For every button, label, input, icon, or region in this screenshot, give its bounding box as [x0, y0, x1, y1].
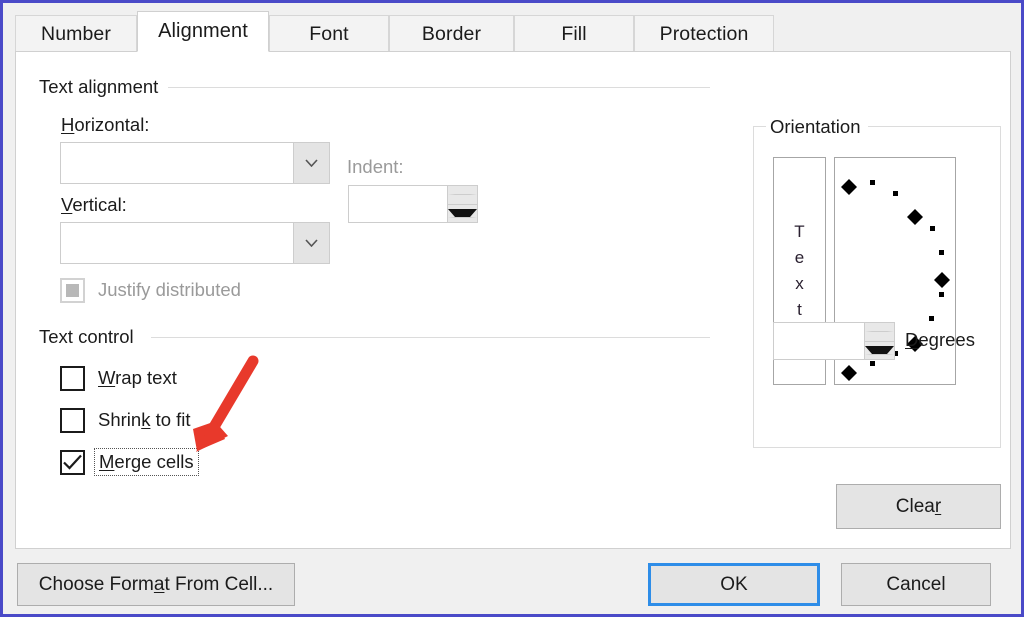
indent-label: Indent: — [347, 156, 404, 177]
wrap-text-checkbox-row[interactable]: Wrap text — [60, 364, 177, 392]
triangle-down-icon — [448, 208, 477, 218]
dial-tick-neg30 — [929, 316, 934, 321]
horizontal-label: Horizontal: — [61, 114, 149, 136]
triangle-down-icon — [865, 345, 894, 355]
alignment-tab-panel: Text alignment Horizontal: Vertical: Ind… — [15, 51, 1011, 549]
chevron-down-icon — [305, 239, 318, 247]
vertical-label-accesskey: V — [61, 194, 73, 215]
tab-protection-label: Protection — [659, 22, 749, 45]
indent-value[interactable] — [349, 186, 447, 222]
wrap-text-label: Wrap text — [98, 367, 177, 389]
cancel-button-label: Cancel — [886, 573, 946, 595]
vertical-alignment-value[interactable] — [61, 223, 293, 263]
triangle-up-icon — [865, 331, 894, 333]
dial-tick-15 — [939, 250, 944, 255]
indent-spinner-buttons[interactable] — [447, 186, 477, 222]
cancel-button[interactable]: Cancel — [841, 563, 991, 606]
dial-tick-neg15 — [939, 292, 944, 297]
format-cells-dialog: Number Alignment Font Border Fill Protec… — [0, 0, 1024, 617]
shrink-to-fit-pre: Shrin — [98, 409, 142, 430]
horizontal-label-accesskey: H — [61, 114, 75, 135]
clear-button-label: Clear — [895, 495, 942, 517]
checkbox-indeterminate-fill — [66, 283, 79, 297]
tab-font[interactable]: Font — [269, 15, 389, 52]
degrees-rest: egrees — [918, 329, 975, 350]
dial-handle-0[interactable] — [934, 264, 950, 288]
dial-tick-neg75 — [870, 361, 875, 366]
shrink-to-fit-post: to fit — [150, 409, 191, 430]
tab-font-label: Font — [309, 22, 349, 45]
degrees-spinner-buttons[interactable] — [864, 323, 894, 359]
merge-cells-accesskey: M — [99, 451, 115, 472]
horizontal-alignment-value[interactable] — [61, 143, 293, 183]
tab-protection[interactable]: Protection — [634, 15, 774, 52]
indent-spinner[interactable] — [348, 185, 478, 223]
shrink-to-fit-checkbox[interactable] — [60, 407, 85, 433]
merge-cells-focus-outline: Merge cells — [94, 448, 199, 476]
justify-distributed-checkbox — [60, 277, 85, 303]
justify-distributed-checkbox-row: Justify distributed — [60, 276, 241, 304]
indent-spinner-down[interactable] — [448, 204, 477, 222]
shrink-to-fit-checkbox-row[interactable]: Shrink to fit — [60, 406, 191, 434]
chevron-down-icon — [305, 159, 318, 167]
orientation-preview-letter-3: t — [797, 300, 802, 319]
orientation-preview-letter-2: x — [795, 274, 804, 293]
tab-fill[interactable]: Fill — [514, 15, 634, 52]
horizontal-label-rest: orizontal: — [74, 114, 150, 135]
dial-tick-30 — [930, 226, 935, 231]
orientation-preview-letter-0: T — [794, 222, 805, 241]
merge-cells-label: Merge cells — [99, 451, 194, 473]
dial-handle-90[interactable] — [841, 171, 857, 195]
vertical-label: Vertical: — [61, 194, 127, 216]
tab-alignment-label: Alignment — [158, 20, 248, 42]
indent-spinner-up[interactable] — [448, 186, 477, 205]
tab-alignment[interactable]: Alignment — [137, 11, 269, 52]
dial-tick-75 — [870, 180, 875, 185]
vertical-label-rest: ertical: — [72, 194, 127, 215]
vertical-alignment-combobox[interactable] — [60, 222, 330, 264]
text-control-group-rule — [151, 337, 710, 338]
wrap-text-rest: rap text — [115, 367, 177, 388]
ok-button-label: OK — [720, 573, 748, 595]
triangle-up-icon — [448, 194, 477, 196]
merge-cells-rest: erge cells — [114, 451, 194, 472]
vertical-dropdown-button[interactable] — [293, 223, 329, 263]
degrees-spinner-up[interactable] — [865, 323, 894, 342]
degrees-value[interactable] — [774, 323, 864, 359]
choose-format-from-cell-label: Choose Format From Cell... — [38, 573, 274, 595]
tab-border[interactable]: Border — [389, 15, 514, 52]
horizontal-dropdown-button[interactable] — [293, 143, 329, 183]
dial-tick-60 — [893, 191, 898, 196]
choose-format-from-cell-button[interactable]: Choose Format From Cell... — [17, 563, 295, 606]
degrees-spinner-down[interactable] — [865, 341, 894, 359]
text-alignment-group-label: Text alignment — [39, 76, 169, 98]
merge-cells-checkbox-row[interactable]: Merge cells — [60, 448, 199, 476]
ok-button[interactable]: OK — [648, 563, 820, 606]
dialog-tab-strip: Number Alignment Font Border Fill Protec… — [15, 11, 1011, 52]
tab-number[interactable]: Number — [15, 15, 137, 52]
orientation-group-label: Orientation — [766, 116, 868, 138]
clear-button[interactable]: Clear — [836, 484, 1001, 529]
horizontal-alignment-combobox[interactable] — [60, 142, 330, 184]
justify-distributed-label: Justify distributed — [98, 279, 241, 300]
degrees-label: Degrees — [905, 329, 975, 351]
wrap-text-checkbox[interactable] — [60, 365, 85, 391]
degrees-accesskey: D — [905, 329, 919, 350]
text-control-group-label: Text control — [39, 326, 144, 348]
text-alignment-group-rule — [168, 87, 710, 88]
tab-number-label: Number — [41, 22, 111, 45]
wrap-text-accesskey: W — [98, 367, 116, 388]
merge-cells-checkbox[interactable] — [60, 449, 85, 475]
degrees-spinner[interactable] — [773, 322, 895, 360]
checkmark-icon — [63, 454, 82, 470]
dial-handle-45[interactable] — [907, 201, 923, 225]
shrink-to-fit-label: Shrink to fit — [98, 409, 191, 431]
tab-fill-label: Fill — [561, 22, 587, 45]
tab-border-label: Border — [421, 22, 482, 45]
orientation-preview-letter-1: e — [794, 248, 805, 267]
